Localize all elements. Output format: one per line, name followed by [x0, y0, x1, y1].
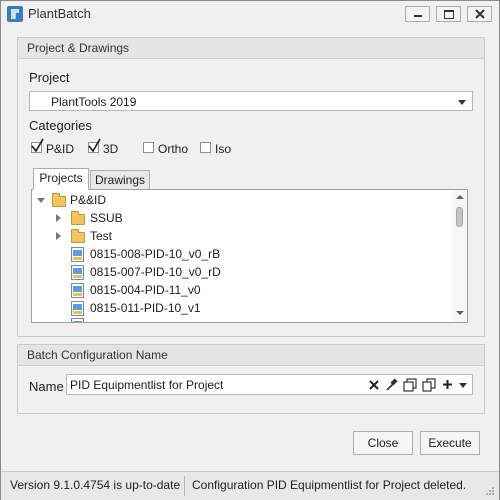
checkbox-label: Iso	[215, 142, 232, 156]
tree-folder-item[interactable]: Test	[32, 227, 452, 245]
drawing-file-icon	[71, 247, 84, 262]
folder-icon	[52, 193, 66, 207]
dropdown-chevron-icon[interactable]	[459, 383, 467, 388]
configuration-name-input[interactable]: PID Equipmentlist for Project	[66, 374, 473, 395]
group-header: Project & Drawings	[18, 38, 484, 59]
add-icon[interactable]	[442, 379, 453, 390]
category-3d-checkbox[interactable]: 3D	[86, 138, 134, 157]
category-pid-checkbox[interactable]: P&ID	[29, 138, 85, 157]
tree-file-item[interactable]: 0815-008-PID-10_v0_rB	[32, 245, 452, 263]
duplicate-icon[interactable]	[422, 378, 436, 392]
project-value: PlantTools 2019	[51, 95, 137, 109]
tree-item-label: 0815-008-PID-10_v0_rB	[90, 247, 221, 261]
checkbox-box	[143, 142, 154, 153]
tree-file-item[interactable]: 0815-004-PID-11_v0	[32, 281, 452, 299]
scroll-thumb[interactable]	[456, 207, 463, 227]
tree-item-label: SSUB	[90, 211, 123, 225]
group-header-label: Project & Drawings	[27, 41, 130, 55]
tree-scrollbar[interactable]	[452, 190, 467, 322]
folder-icon	[71, 229, 85, 243]
plantbatch-window: PlantBatch Project & Drawings Project Pl…	[0, 0, 500, 500]
eyedropper-icon[interactable]	[385, 378, 398, 392]
project-tree[interactable]: P&&ID SSUB Test 0815-008-PID-10_v0_rB 08…	[31, 189, 468, 323]
window-title: PlantBatch	[28, 6, 91, 21]
minimize-button[interactable]	[405, 6, 430, 22]
maximize-button[interactable]	[436, 6, 461, 22]
copy-icon[interactable]	[403, 378, 417, 392]
tree-folder-item[interactable]: SSUB	[32, 209, 452, 227]
tree-item-label: P&&ID	[70, 193, 107, 207]
resize-grip-icon[interactable]	[485, 486, 495, 496]
tree-root-item[interactable]: P&&ID	[32, 191, 452, 209]
chevron-down-icon	[458, 100, 466, 105]
collapse-arrow-icon	[37, 198, 45, 203]
close-icon	[474, 9, 485, 19]
drawing-file-icon	[71, 283, 84, 298]
tree-file-item[interactable]: 0815-011-PID-10_v1	[32, 299, 452, 317]
tree-item-label: 0815-011-PID-10_v1	[90, 301, 201, 315]
status-separator	[184, 476, 185, 496]
status-bar: Version 9.1.0.4754 is up-to-date Configu…	[1, 471, 499, 500]
close-window-button[interactable]	[467, 6, 492, 22]
group-header-label: Batch Configuration Name	[27, 348, 168, 362]
tree-item-label: Test	[90, 229, 113, 243]
folder-icon	[71, 211, 85, 225]
maximize-icon	[443, 9, 454, 19]
tree-item-label: 0815-004-PID-11_v0	[90, 283, 201, 297]
checkbox-box	[200, 142, 211, 153]
project-label: Project	[29, 70, 70, 85]
tree-file-item-partial[interactable]	[32, 317, 452, 322]
categories-label: Categories	[29, 118, 92, 133]
project-drawings-group: Project & Drawings Project PlantTools 20…	[17, 37, 485, 337]
batch-configuration-group: Batch Configuration Name Name PID Equipm…	[17, 344, 485, 414]
checkbox-label: P&ID	[46, 142, 75, 156]
tree-item-label: 0815-007-PID-10_v0_rD	[90, 265, 221, 279]
execute-button[interactable]: Execute	[420, 431, 480, 455]
tab-drawings[interactable]: Drawings	[90, 170, 150, 190]
drawing-file-icon	[71, 265, 84, 280]
checkmark-icon	[88, 138, 101, 153]
drawing-file-icon	[71, 301, 84, 316]
name-label: Name	[29, 379, 64, 394]
tab-projects[interactable]: Projects	[33, 168, 89, 190]
expand-arrow-icon	[56, 214, 61, 222]
checkbox-label: 3D	[103, 142, 119, 156]
plantbatch-app-icon	[7, 6, 23, 22]
tree-file-item[interactable]: 0815-007-PID-10_v0_rD	[32, 263, 452, 281]
drawing-file-icon	[71, 318, 84, 322]
close-button[interactable]: Close	[353, 431, 413, 455]
version-status: Version 9.1.0.4754 is up-to-date	[10, 478, 181, 492]
clear-icon[interactable]	[369, 380, 379, 390]
title-bar[interactable]: PlantBatch	[1, 1, 499, 27]
scroll-up-icon[interactable]	[456, 195, 464, 199]
expand-arrow-icon	[56, 232, 61, 240]
checkmark-icon	[31, 138, 44, 153]
group-header: Batch Configuration Name	[18, 345, 484, 366]
minimize-icon	[413, 15, 422, 17]
status-message: Configuration PID Equipmentlist for Proj…	[192, 478, 467, 492]
checkbox-label: Ortho	[158, 142, 189, 156]
scroll-down-icon[interactable]	[456, 311, 464, 315]
project-combobox[interactable]: PlantTools 2019	[29, 91, 473, 111]
category-ortho-checkbox[interactable]: Ortho	[141, 139, 196, 157]
configuration-name-value: PID Equipmentlist for Project	[70, 378, 224, 392]
category-iso-checkbox[interactable]: Iso	[198, 139, 243, 157]
